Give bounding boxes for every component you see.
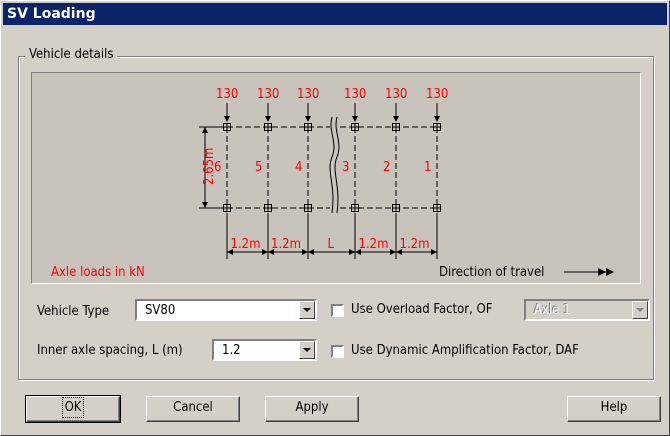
vehicle-type-label: Vehicle Type	[37, 304, 110, 319]
axle-number-label: 3	[342, 160, 349, 175]
axle-number-label: 2	[383, 160, 390, 175]
direction-arrow-head	[598, 268, 606, 276]
spacing-label: 1.2m	[400, 237, 430, 252]
axle-select[interactable]: Axle 1	[524, 299, 650, 321]
spacing-label: 1.2m	[231, 237, 261, 252]
spacing-arrow-head	[308, 249, 314, 255]
chevron-down-icon[interactable]	[299, 341, 315, 359]
axle-loads-units-note: Axle loads in kN	[51, 265, 145, 280]
direction-of-travel-label: Direction of travel	[439, 265, 544, 280]
height-dimension-label: 2.65m	[202, 148, 217, 185]
help-button[interactable]: Help	[567, 396, 661, 422]
vehicle-type-value: SV80	[145, 303, 176, 318]
load-arrow-head	[352, 116, 358, 122]
cancel-button-label: Cancel	[173, 400, 213, 415]
vehicle-type-select[interactable]: SV80	[135, 299, 317, 321]
daf-checkbox[interactable]	[331, 345, 344, 358]
break-line	[329, 116, 335, 214]
spacing-arrow-head	[302, 249, 308, 255]
spacing-label: L	[328, 237, 335, 252]
daf-label: Use Dynamic Amplification Factor, DAF	[351, 343, 579, 358]
overload-factor-checkbox[interactable]	[331, 304, 344, 317]
cancel-button[interactable]: Cancel	[146, 396, 240, 422]
break-line	[334, 116, 340, 214]
vehicle-details-legend: Vehicle details	[25, 46, 118, 64]
chevron-down-icon[interactable]	[299, 301, 315, 319]
title-bar[interactable]: SV Loading	[3, 3, 667, 25]
axle-load-label: 130	[257, 87, 279, 102]
inner-axle-spacing-value: 1.2	[222, 343, 241, 358]
ok-button-label: OK	[61, 397, 85, 418]
axle-load-label: 130	[385, 87, 407, 102]
spacing-arrow-head	[390, 249, 396, 255]
spacing-arrow-head	[349, 249, 355, 255]
axle-load-label: 130	[344, 87, 366, 102]
load-arrow-head	[434, 116, 440, 122]
window-title: SV Loading	[7, 6, 96, 22]
help-button-label: Help	[600, 400, 628, 415]
apply-button[interactable]: Apply	[265, 396, 359, 422]
spacing-arrow-head	[431, 249, 437, 255]
axle-number-label: 4	[295, 160, 302, 175]
height-arrow-head	[202, 127, 208, 133]
ok-button[interactable]: OK	[25, 395, 121, 423]
load-arrow-head	[305, 116, 311, 122]
spacing-arrow-head	[262, 249, 268, 255]
sv-loading-dialog: SV Loading Vehicle details 130 6 130 5 130 4 1…	[0, 0, 670, 436]
spacing-label: 1.2m	[271, 237, 301, 252]
axle-layout-diagram: 1306130513041303130213012.65m1.2m 1.2m L 1.…	[51, 87, 614, 280]
inner-axle-spacing-label: Inner axle spacing, L (m)	[37, 343, 183, 358]
load-arrow-head	[265, 116, 271, 122]
vehicle-diagram: 130 6 130 5 130 4 130 3 130 2 130 1 2.65m 1.2m 1.2m L 1.…	[31, 72, 641, 284]
direction-arrow-head	[606, 268, 614, 276]
height-arrow-head	[202, 202, 208, 208]
axle-load-label: 130	[297, 87, 319, 102]
axle-load-label: 130	[426, 87, 448, 102]
axle-load-label: 130	[216, 87, 238, 102]
chevron-down-icon[interactable]	[632, 301, 648, 319]
axle-select-value: Axle 1	[534, 303, 571, 318]
spacing-label: 1.2m	[359, 237, 389, 252]
axle-number-label: 5	[255, 160, 262, 175]
inner-axle-spacing-select[interactable]: 1.2	[212, 339, 317, 361]
axle-number-label: 1	[424, 160, 431, 175]
apply-button-label: Apply	[295, 400, 329, 415]
load-arrow-head	[393, 116, 399, 122]
load-arrow-head	[224, 116, 230, 122]
overload-factor-label: Use Overload Factor, OF	[351, 302, 493, 317]
